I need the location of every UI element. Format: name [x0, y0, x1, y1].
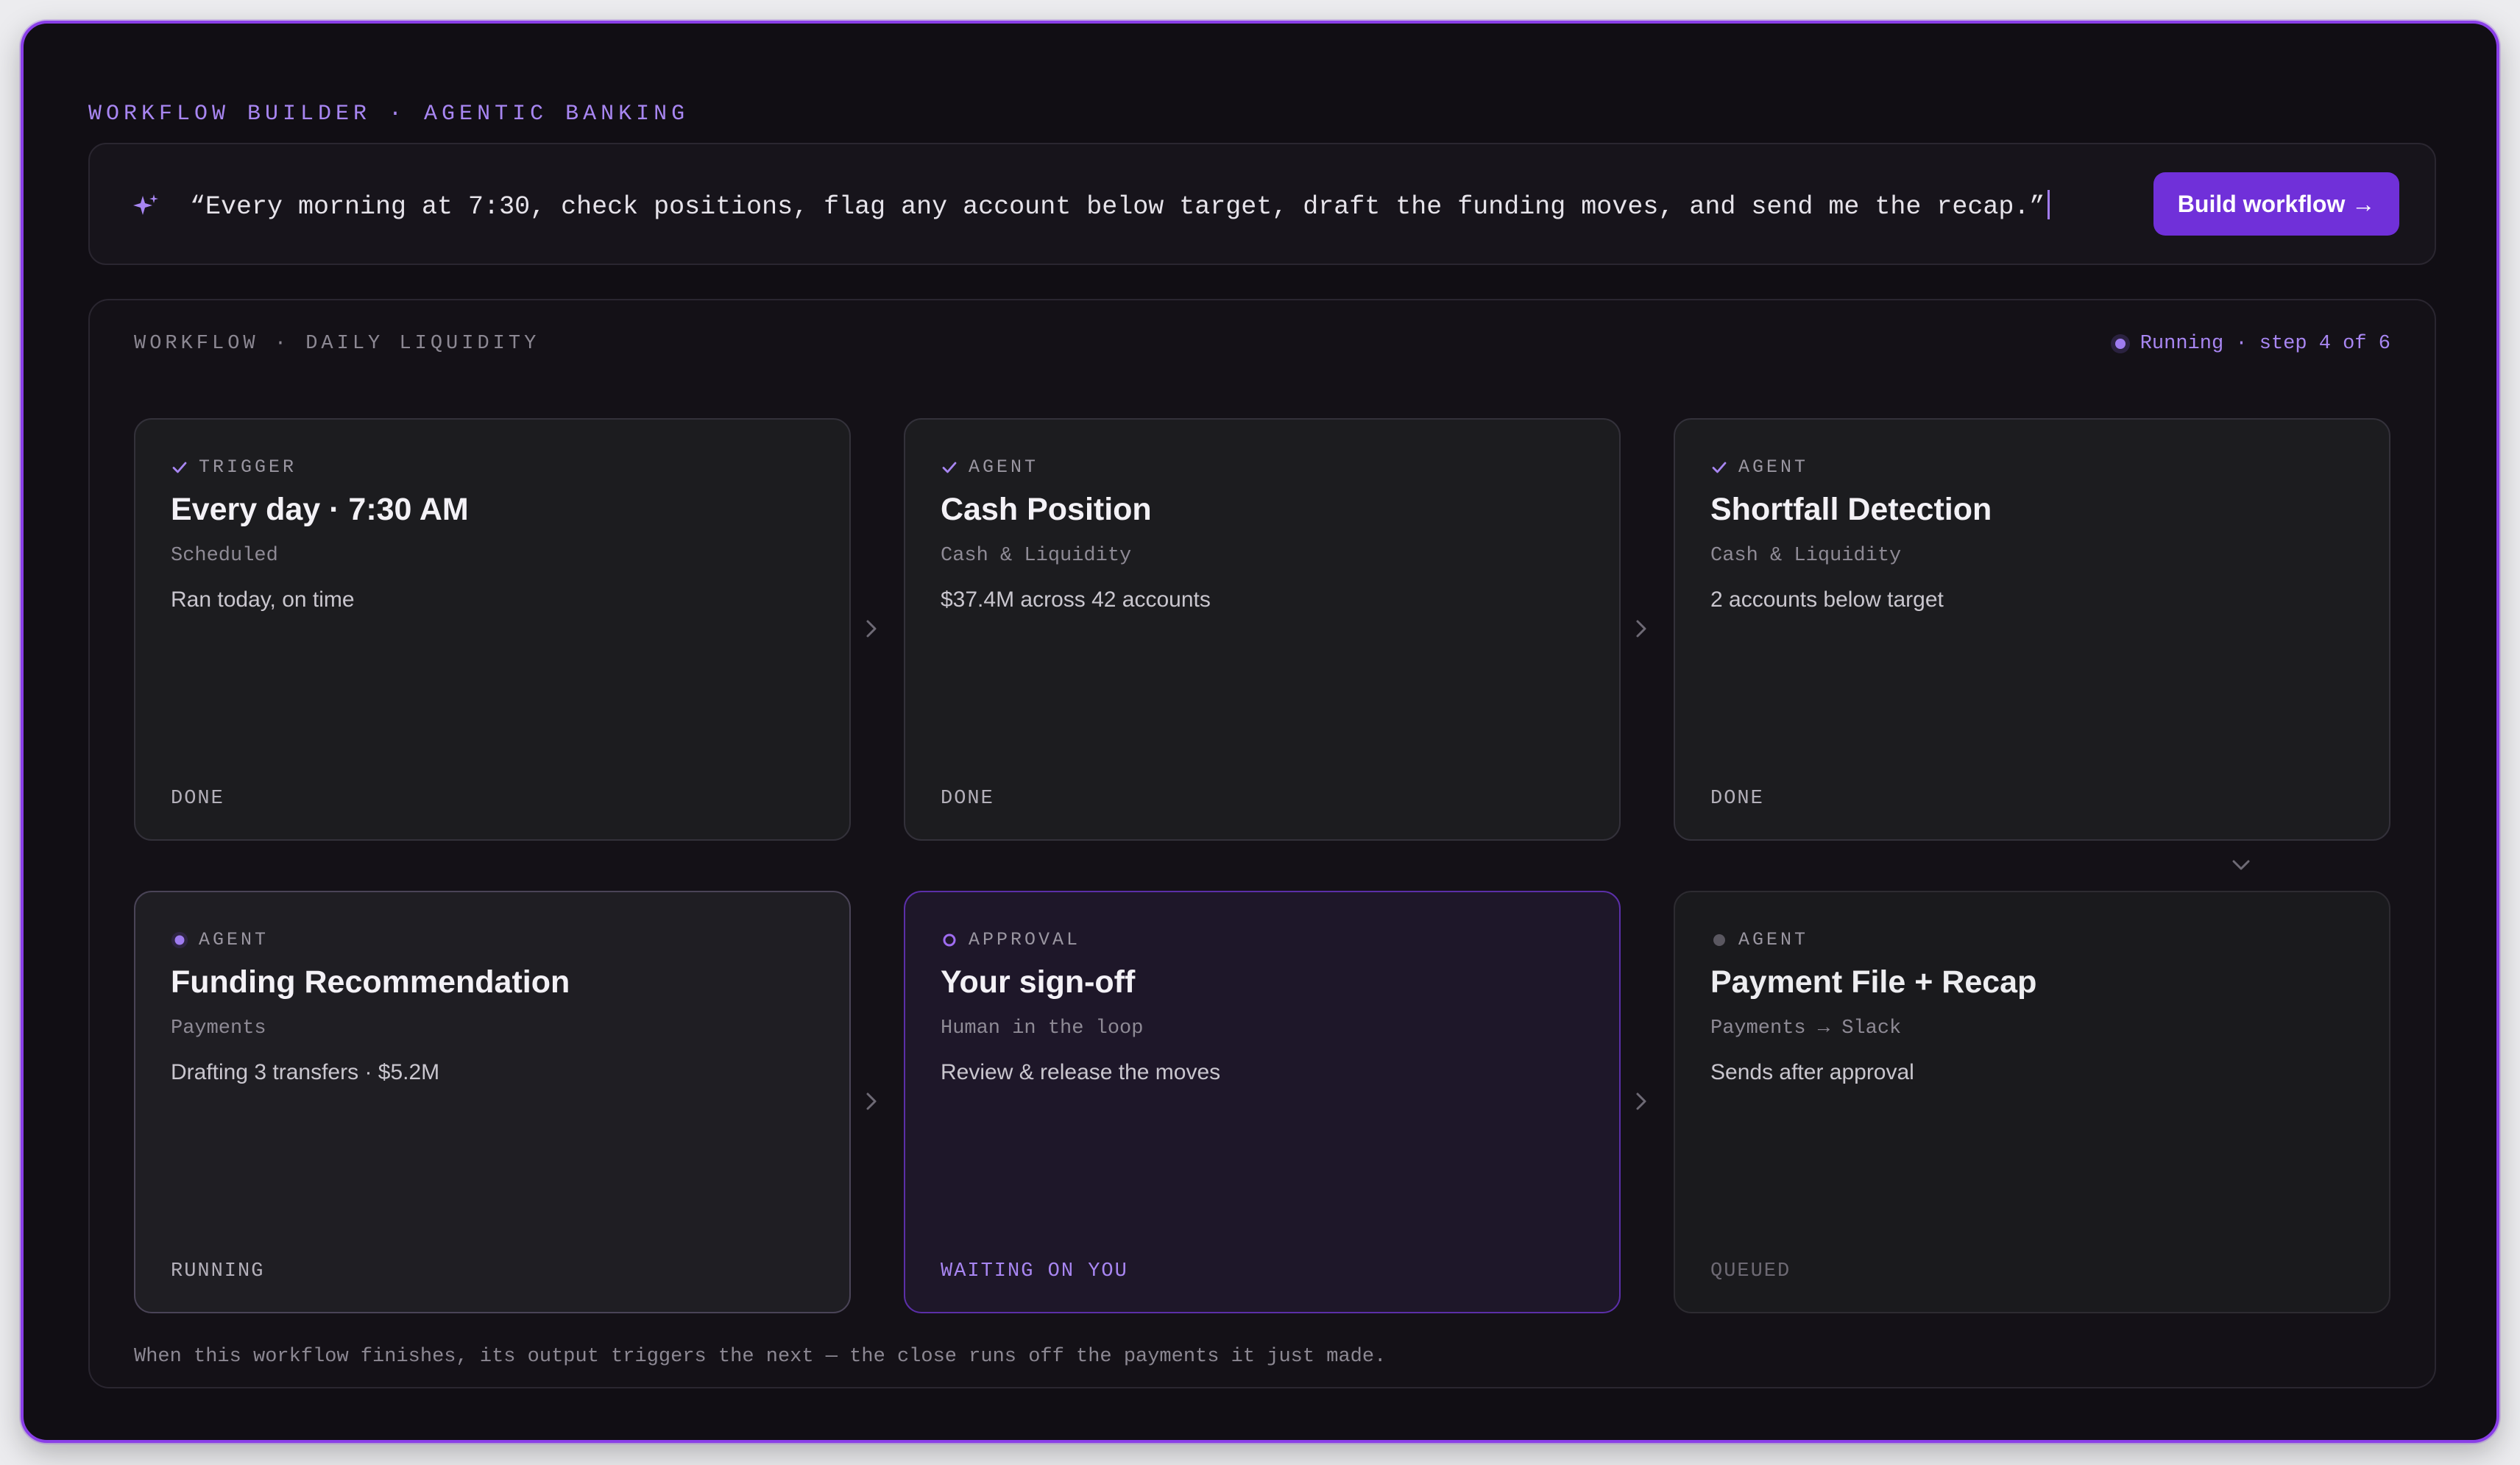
step-detail: 2 accounts below target [1710, 587, 1944, 612]
step-detail: Ran today, on time [171, 587, 355, 612]
step-kind: AGENT [941, 456, 1038, 478]
queued-dot-icon [1710, 931, 1728, 949]
step-kind: APPROVAL [941, 929, 1080, 950]
check-icon [941, 459, 958, 476]
step-kind: AGENT [171, 929, 269, 950]
step-state: WAITING ON YOU [941, 1260, 1128, 1282]
workflow-status: Running · step 4 of 6 [2110, 333, 2390, 355]
step-kind-label: APPROVAL [969, 929, 1081, 950]
step-state: DONE [1710, 788, 1764, 810]
step-state: QUEUED [1710, 1260, 1791, 1282]
step-kind-label: AGENT [199, 929, 269, 950]
prompt-bar[interactable]: “Every morning at 7:30, check positions,… [88, 143, 2436, 265]
step-title: Every day · 7:30 AM [171, 492, 469, 527]
workflow-panel: WORKFLOW · DAILY LIQUIDITY Running · ste… [88, 299, 2436, 1388]
step-state: RUNNING [171, 1260, 265, 1282]
step-card-trigger[interactable]: TRIGGER Every day · 7:30 AM Scheduled Ra… [134, 418, 851, 841]
step-title: Shortfall Detection [1710, 492, 1992, 527]
app-window: WORKFLOW BUILDER · AGENTIC BANKING “Ever… [21, 21, 2499, 1443]
step-state: DONE [941, 788, 994, 810]
step-kind-label: AGENT [1738, 456, 1809, 478]
step-kind-label: AGENT [1738, 929, 1809, 950]
prompt-text: “Every morning at 7:30, check positions,… [190, 192, 2045, 222]
step-title: Your sign-off [941, 964, 1136, 1000]
step-subtitle: Scheduled [171, 545, 278, 567]
step-kind: AGENT [1710, 456, 1808, 478]
step-card-approval[interactable]: APPROVAL Your sign-off Human in the loop… [904, 891, 1621, 1313]
step-title: Payment File + Recap [1710, 964, 2037, 1000]
check-icon [171, 459, 188, 476]
step-detail: Sends after approval [1710, 1060, 1914, 1084]
text-caret [2048, 190, 2050, 219]
pending-ring-icon [941, 931, 958, 949]
step-detail: $37.4M across 42 accounts [941, 587, 1211, 612]
chevron-down-icon [2232, 860, 2250, 870]
step-kind: TRIGGER [171, 456, 297, 478]
step-card-funding-recommendation[interactable]: AGENT Funding Recommendation Payments Dr… [134, 891, 851, 1313]
workflow-title: WORKFLOW · DAILY LIQUIDITY [134, 333, 540, 355]
step-subtitle: Human in the loop [941, 1017, 1144, 1039]
step-state: DONE [171, 788, 224, 810]
chevron-right-icon [866, 620, 877, 638]
step-subtitle: Cash & Liquidity [941, 545, 1132, 567]
step-detail: Review & release the moves [941, 1060, 1221, 1084]
step-kind: AGENT [1710, 929, 1808, 950]
step-detail: Drafting 3 transfers · $5.2M [171, 1060, 440, 1084]
check-icon [1710, 459, 1728, 476]
step-card-shortfall-detection[interactable]: AGENT Shortfall Detection Cash & Liquidi… [1674, 418, 2390, 841]
step-kind-label: AGENT [969, 456, 1039, 478]
app-title: WORKFLOW BUILDER · AGENTIC BANKING [88, 102, 690, 127]
step-title: Funding Recommendation [171, 964, 570, 1000]
chevron-right-icon [866, 1092, 877, 1110]
chevron-right-icon [1636, 620, 1646, 638]
running-dot-icon [171, 931, 188, 949]
workflow-status-text: Running · step 4 of 6 [2139, 333, 2390, 355]
sparkle-icon [133, 194, 158, 215]
prompt-input[interactable]: “Every morning at 7:30, check positions,… [190, 190, 2050, 222]
step-card-payment-file-recap[interactable]: AGENT Payment File + Recap Payments → Sl… [1674, 891, 2390, 1313]
step-card-cash-position[interactable]: AGENT Cash Position Cash & Liquidity $37… [904, 418, 1621, 841]
build-workflow-button[interactable]: Build workflow → [2153, 172, 2399, 236]
step-subtitle: Cash & Liquidity [1710, 545, 1902, 567]
running-indicator-icon [2110, 334, 2130, 353]
workflow-footer-note: When this workflow finishes, its output … [134, 1346, 1387, 1368]
chevron-right-icon [1636, 1092, 1646, 1110]
step-subtitle: Payments → Slack [1710, 1017, 1902, 1039]
step-subtitle: Payments [171, 1017, 266, 1039]
step-title: Cash Position [941, 492, 1152, 527]
step-kind-label: TRIGGER [199, 456, 297, 478]
